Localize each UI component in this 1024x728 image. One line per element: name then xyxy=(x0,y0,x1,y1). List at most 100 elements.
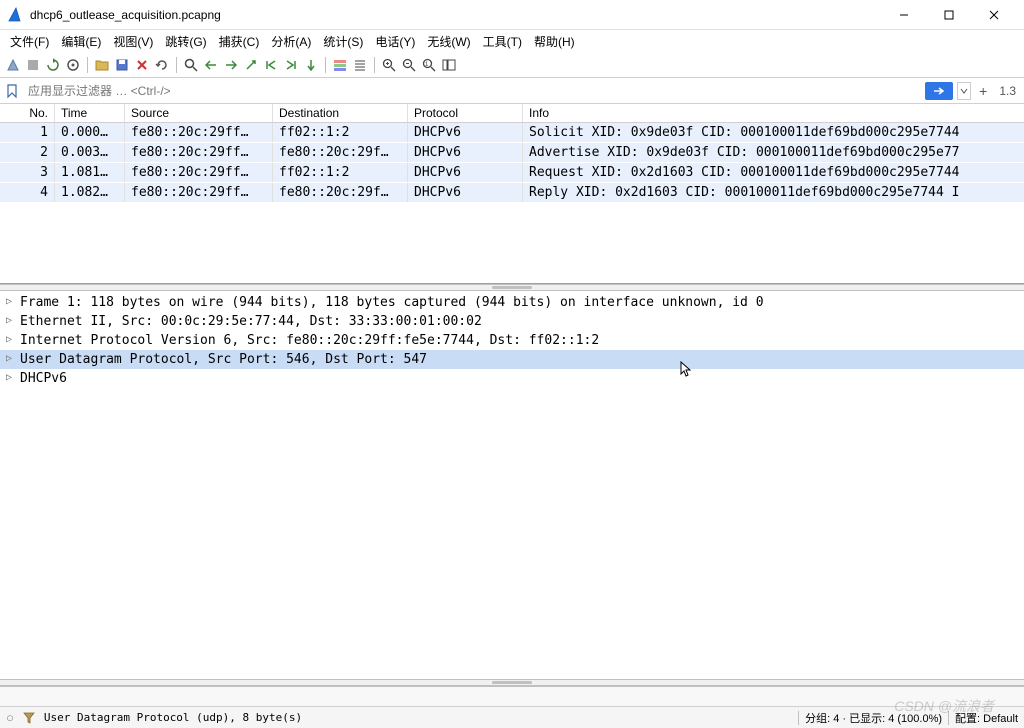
stop-capture-icon[interactable] xyxy=(24,56,42,74)
tree-dhcpv6-label: DHCPv6 xyxy=(20,371,67,386)
capture-options-icon[interactable] xyxy=(64,56,82,74)
menu-help[interactable]: 帮助(H) xyxy=(528,31,581,52)
col-time-header[interactable]: Time xyxy=(55,104,125,122)
packet-time: 0.000… xyxy=(55,123,125,142)
tree-ipv6[interactable]: ▷Internet Protocol Version 6, Src: fe80:… xyxy=(0,331,1024,350)
colorize-icon[interactable] xyxy=(331,56,349,74)
close-file-icon[interactable] xyxy=(133,56,151,74)
toolbar-separator xyxy=(325,57,326,73)
col-no-header[interactable]: No. xyxy=(0,104,55,122)
statusbar: ○ User Datagram Protocol (udp), 8 byte(s… xyxy=(0,706,1024,728)
packet-row[interactable]: 2 0.003… fe80::20c:29ff… fe80::20c:29f… … xyxy=(0,143,1024,163)
status-separator xyxy=(948,711,949,725)
status-field: User Datagram Protocol (udp), 8 byte(s) xyxy=(44,711,302,724)
filter-version: 1.3 xyxy=(995,84,1020,98)
maximize-button[interactable] xyxy=(926,0,971,30)
menu-view[interactable]: 视图(V) xyxy=(107,31,159,52)
open-file-icon[interactable] xyxy=(93,56,111,74)
packet-info: Advertise XID: 0x9de03f CID: 000100011de… xyxy=(523,143,1024,162)
packet-row[interactable]: 1 0.000… fe80::20c:29ff… ff02::1:2 DHCPv… xyxy=(0,123,1024,143)
save-file-icon[interactable] xyxy=(113,56,131,74)
packet-destination: ff02::1:2 xyxy=(273,163,408,182)
auto-scroll-live-icon[interactable] xyxy=(351,56,369,74)
col-source-header[interactable]: Source xyxy=(125,104,273,122)
zoom-out-icon[interactable] xyxy=(400,56,418,74)
packet-details[interactable]: ▷Frame 1: 118 bytes on wire (944 bits), … xyxy=(0,291,1024,679)
capture-filter-icon[interactable] xyxy=(22,711,36,725)
packet-protocol: DHCPv6 xyxy=(408,163,523,182)
packet-time: 1.081… xyxy=(55,163,125,182)
packet-info: Solicit XID: 0x9de03f CID: 000100011def6… xyxy=(523,123,1024,142)
start-capture-icon[interactable] xyxy=(4,56,22,74)
go-first-icon[interactable] xyxy=(262,56,280,74)
menu-capture[interactable]: 捕获(C) xyxy=(213,31,266,52)
go-last-icon[interactable] xyxy=(282,56,300,74)
menu-stats[interactable]: 统计(S) xyxy=(317,31,369,52)
expert-info-icon[interactable]: ○ xyxy=(6,710,14,725)
go-forward-icon[interactable] xyxy=(222,56,240,74)
tree-dhcpv6[interactable]: ▷DHCPv6 xyxy=(0,369,1024,388)
pane-divider[interactable] xyxy=(0,284,1024,291)
packet-protocol: DHCPv6 xyxy=(408,143,523,162)
packet-list[interactable]: No. Time Source Destination Protocol Inf… xyxy=(0,104,1024,284)
zoom-reset-icon[interactable]: 1 xyxy=(420,56,438,74)
expander-icon[interactable]: ▷ xyxy=(6,296,17,307)
bookmark-icon[interactable] xyxy=(4,83,20,99)
packet-bytes[interactable] xyxy=(0,686,1024,706)
packet-source: fe80::20c:29ff… xyxy=(125,123,273,142)
packet-info: Reply XID: 0x2d1603 CID: 000100011def69b… xyxy=(523,183,1024,202)
tree-udp[interactable]: ▷User Datagram Protocol, Src Port: 546, … xyxy=(0,350,1024,369)
status-separator xyxy=(798,711,799,725)
packet-row[interactable]: 4 1.082… fe80::20c:29ff… fe80::20c:29f… … xyxy=(0,183,1024,203)
expander-icon[interactable]: ▷ xyxy=(6,334,17,345)
menu-file[interactable]: 文件(F) xyxy=(4,31,55,52)
minimize-button[interactable] xyxy=(881,0,926,30)
window-title: dhcp6_outlease_acquisition.pcapng xyxy=(30,8,881,22)
packet-destination: fe80::20c:29f… xyxy=(273,143,408,162)
menu-analyze[interactable]: 分析(A) xyxy=(265,31,317,52)
resize-columns-icon[interactable] xyxy=(440,56,458,74)
reload-icon[interactable] xyxy=(153,56,171,74)
titlebar: dhcp6_outlease_acquisition.pcapng xyxy=(0,0,1024,30)
expander-icon[interactable]: ▷ xyxy=(6,315,17,326)
app-icon xyxy=(8,7,24,23)
go-to-packet-icon[interactable] xyxy=(242,56,260,74)
window-controls xyxy=(881,0,1016,30)
menubar: 文件(F) 编辑(E) 视图(V) 跳转(G) 捕获(C) 分析(A) 统计(S… xyxy=(0,30,1024,52)
menu-wireless[interactable]: 无线(W) xyxy=(421,31,476,52)
packet-protocol: DHCPv6 xyxy=(408,123,523,142)
tree-ipv6-label: Internet Protocol Version 6, Src: fe80::… xyxy=(20,333,599,348)
find-icon[interactable] xyxy=(182,56,200,74)
toolbar-separator xyxy=(374,57,375,73)
packet-protocol: DHCPv6 xyxy=(408,183,523,202)
apply-filter-button[interactable] xyxy=(925,82,953,100)
packet-row[interactable]: 3 1.081… fe80::20c:29ff… ff02::1:2 DHCPv… xyxy=(0,163,1024,183)
col-info-header[interactable]: Info xyxy=(523,104,1024,122)
col-protocol-header[interactable]: Protocol xyxy=(408,104,523,122)
menu-edit[interactable]: 编辑(E) xyxy=(55,31,107,52)
status-packets: 分组: 4 · 已显示: 4 (100.0%) xyxy=(805,710,942,726)
status-profile[interactable]: 配置: Default xyxy=(955,710,1018,726)
go-back-icon[interactable] xyxy=(202,56,220,74)
autoscroll-icon[interactable] xyxy=(302,56,320,74)
packet-list-header: No. Time Source Destination Protocol Inf… xyxy=(0,104,1024,123)
filter-dropdown-button[interactable] xyxy=(957,82,971,100)
expander-icon[interactable]: ▷ xyxy=(6,372,17,383)
add-filter-button[interactable]: + xyxy=(975,83,991,99)
col-destination-header[interactable]: Destination xyxy=(273,104,408,122)
expander-icon[interactable]: ▷ xyxy=(6,353,17,364)
zoom-in-icon[interactable] xyxy=(380,56,398,74)
tree-ethernet[interactable]: ▷Ethernet II, Src: 00:0c:29:5e:77:44, Ds… xyxy=(0,312,1024,331)
pane-divider[interactable] xyxy=(0,679,1024,686)
toolbar-separator xyxy=(87,57,88,73)
menu-go[interactable]: 跳转(G) xyxy=(159,31,212,52)
tree-frame-label: Frame 1: 118 bytes on wire (944 bits), 1… xyxy=(20,295,764,310)
menu-telephony[interactable]: 电话(Y) xyxy=(369,31,421,52)
close-button[interactable] xyxy=(971,0,1016,30)
tree-frame[interactable]: ▷Frame 1: 118 bytes on wire (944 bits), … xyxy=(0,293,1024,312)
packet-destination: ff02::1:2 xyxy=(273,123,408,142)
restart-capture-icon[interactable] xyxy=(44,56,62,74)
display-filter-input[interactable] xyxy=(24,81,921,101)
menu-tools[interactable]: 工具(T) xyxy=(477,31,528,52)
packet-no: 3 xyxy=(0,163,55,182)
